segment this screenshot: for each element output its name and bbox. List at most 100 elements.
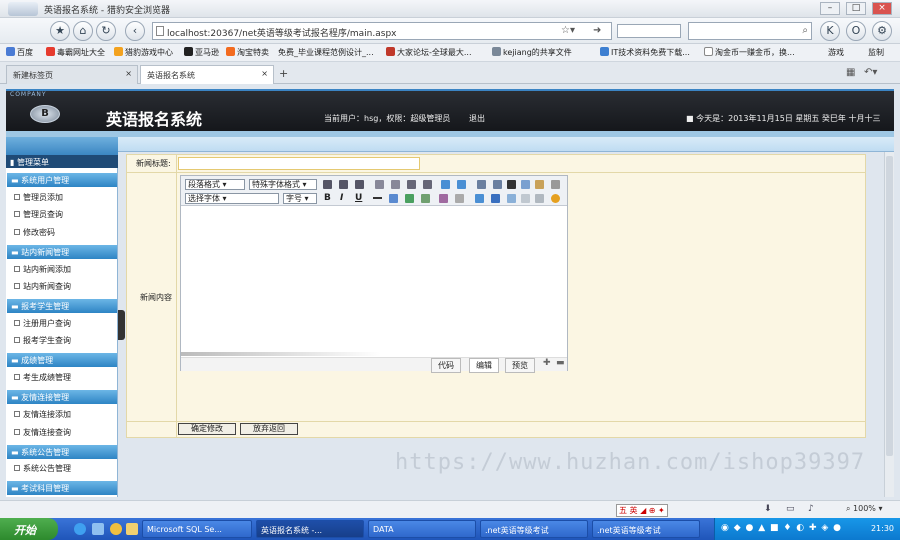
sidebar-section-news[interactable]: ▬ 站内新闻管理 xyxy=(7,245,117,259)
task-browser[interactable]: 英语报名系统 -... xyxy=(256,520,364,538)
search-engine-icon[interactable] xyxy=(617,24,681,38)
extension-icon[interactable]: K xyxy=(820,21,840,41)
sidebar-item-admin-add[interactable]: 管理员添加 xyxy=(14,192,63,203)
search-input[interactable]: ⌕ xyxy=(688,22,812,40)
paste-icon[interactable] xyxy=(535,180,544,189)
sidebar-item-exam-students[interactable]: 报考学生查询 xyxy=(14,335,71,346)
start-button[interactable]: 开始 xyxy=(0,518,58,540)
underline-icon[interactable]: U xyxy=(355,193,362,203)
maximize-button[interactable]: □ xyxy=(846,2,866,15)
bookmark-item[interactable]: 大家论坛-全球最大... xyxy=(386,47,472,58)
bookmark-item[interactable]: 游戏 xyxy=(828,47,844,58)
star-icon[interactable]: ☆▾ xyxy=(561,25,575,36)
scroll-thumb[interactable] xyxy=(886,156,893,456)
table-icon[interactable] xyxy=(421,194,430,203)
copy-icon[interactable] xyxy=(521,180,530,189)
indent-icon[interactable] xyxy=(407,180,416,189)
sound-icon[interactable]: ♪ xyxy=(808,504,814,514)
favorite-icon[interactable]: ★ xyxy=(50,21,70,41)
sidebar-section-subjects[interactable]: ▬ 考试科目管理 xyxy=(7,481,117,495)
unordered-list-icon[interactable] xyxy=(391,180,400,189)
close-button[interactable]: × xyxy=(872,2,892,15)
sidebar-item-links-add[interactable]: 友情连接添加 xyxy=(14,409,71,420)
close-icon[interactable]: × xyxy=(261,69,268,78)
image-icon[interactable] xyxy=(405,194,414,203)
page-scrollbar[interactable] xyxy=(884,152,894,497)
page-break-icon[interactable] xyxy=(535,194,544,203)
italic-icon[interactable]: I xyxy=(340,193,343,203)
sidebar-item-registered-users[interactable]: 注册用户查询 xyxy=(14,318,71,329)
home-icon[interactable]: ⌂ xyxy=(73,21,93,41)
expand-icon[interactable]: ✚ xyxy=(543,358,551,368)
task-project-ide[interactable]: .net英语等级考试 xyxy=(592,520,700,538)
tab-new[interactable]: 新建标签页 × xyxy=(6,65,138,84)
quicklaunch-browser-icon[interactable] xyxy=(110,523,122,535)
help-icon[interactable] xyxy=(551,194,560,203)
mode-preview-tab[interactable]: 预览 xyxy=(505,358,535,373)
zoom-icon[interactable]: ⌕ 100% ▾ xyxy=(846,504,882,514)
emotion-icon[interactable] xyxy=(475,194,484,203)
globe-icon[interactable] xyxy=(491,194,500,203)
cleanup-icon[interactable] xyxy=(551,180,560,189)
bookmark-item[interactable]: 毒霸网址大全 xyxy=(46,47,105,58)
confirm-button[interactable]: 确定修改 xyxy=(178,423,236,435)
bold-icon[interactable]: B xyxy=(324,193,331,203)
task-data-folder[interactable]: DATA xyxy=(368,520,476,538)
date-icon[interactable] xyxy=(521,194,530,203)
sidebar-item-links-query[interactable]: 友情连接查询 xyxy=(14,427,71,438)
forward-icon[interactable]: ➜ xyxy=(593,25,601,36)
bookmark-item[interactable]: IT技术资料免费下载... xyxy=(600,47,690,58)
align-right-icon[interactable] xyxy=(355,180,364,189)
mode-edit-tab[interactable]: 编辑 xyxy=(469,358,499,373)
bookmark-item[interactable]: 百度 xyxy=(6,47,33,58)
search-icon[interactable]: ⌕ xyxy=(802,25,808,36)
tab-current[interactable]: 英语报名系统 × xyxy=(140,65,274,84)
minimize-button[interactable]: – xyxy=(820,2,840,15)
screen-icon[interactable]: ▭ xyxy=(786,504,795,514)
horizontal-rule-icon[interactable] xyxy=(373,197,382,199)
quicklaunch-folder-icon[interactable] xyxy=(126,523,138,535)
logout-link[interactable]: 退出 xyxy=(469,113,485,124)
new-tab-button[interactable]: + xyxy=(279,67,288,80)
sidebar-item-scores[interactable]: 考生成绩管理 xyxy=(14,372,71,383)
special-char-icon[interactable] xyxy=(507,194,516,203)
sidebar-item-admin-query[interactable]: 管理员查询 xyxy=(14,209,63,220)
outdent-icon[interactable] xyxy=(423,180,432,189)
download-icon[interactable]: ⬇ xyxy=(764,504,772,514)
input-method-icon[interactable]: 五 英 ◢ ⊕ ✦ xyxy=(616,504,668,517)
undo-icon[interactable] xyxy=(441,180,450,189)
flash-icon[interactable] xyxy=(439,194,448,203)
refresh-icon[interactable]: ↻ xyxy=(96,21,116,41)
sidebar-item-notices[interactable]: 系统公告管理 xyxy=(14,463,71,474)
settings-icon[interactable]: ⚙ xyxy=(872,21,892,41)
quicklaunch-desktop-icon[interactable] xyxy=(92,523,104,535)
editor-content-area[interactable] xyxy=(181,207,567,357)
address-bar[interactable]: localhost:20367/net英语等级考试报名程序/main.aspx … xyxy=(152,22,612,40)
ordered-list-icon[interactable] xyxy=(375,180,384,189)
sidebar-item-news-query[interactable]: 站内新闻查询 xyxy=(14,281,71,292)
tab-menu-icon[interactable]: ▦ xyxy=(846,67,855,78)
font-size-select[interactable]: 字号 ▾ xyxy=(283,193,317,204)
quicklaunch-ie-icon[interactable] xyxy=(74,523,86,535)
bookmark-item[interactable]: kejiang的共享文件 xyxy=(492,47,572,58)
safety-icon[interactable]: O xyxy=(846,21,866,41)
binoculars-icon[interactable] xyxy=(507,180,516,189)
cancel-button[interactable]: 放弃返回 xyxy=(240,423,298,435)
sidebar-section-users[interactable]: ▬ 系统用户管理 xyxy=(7,173,117,187)
find-icon[interactable] xyxy=(493,180,502,189)
cut-icon[interactable] xyxy=(477,180,486,189)
bookmark-item[interactable]: 免费_毕业课程范例设计_... xyxy=(278,47,374,58)
bookmark-item[interactable]: 淘金币一赚金币，换... xyxy=(704,47,795,58)
bookmark-item[interactable]: 淘宝特卖 xyxy=(226,47,269,58)
back-history-icon[interactable]: ↶▾ xyxy=(864,67,877,78)
mode-code-tab[interactable]: 代码 xyxy=(431,358,461,373)
task-project-folder[interactable]: .net英语等级考试 xyxy=(480,520,588,538)
paragraph-format-select[interactable]: 段落格式 ▾ xyxy=(185,179,245,190)
font-select[interactable]: 选择字体 ▾ xyxy=(185,193,279,204)
align-left-icon[interactable] xyxy=(323,180,332,189)
redo-icon[interactable] xyxy=(457,180,466,189)
align-center-icon[interactable] xyxy=(339,180,348,189)
sidebar-item-news-add[interactable]: 站内新闻添加 xyxy=(14,264,71,275)
sidebar-section-links[interactable]: ▬ 友情连接管理 xyxy=(7,390,117,404)
news-title-input[interactable] xyxy=(178,157,420,170)
